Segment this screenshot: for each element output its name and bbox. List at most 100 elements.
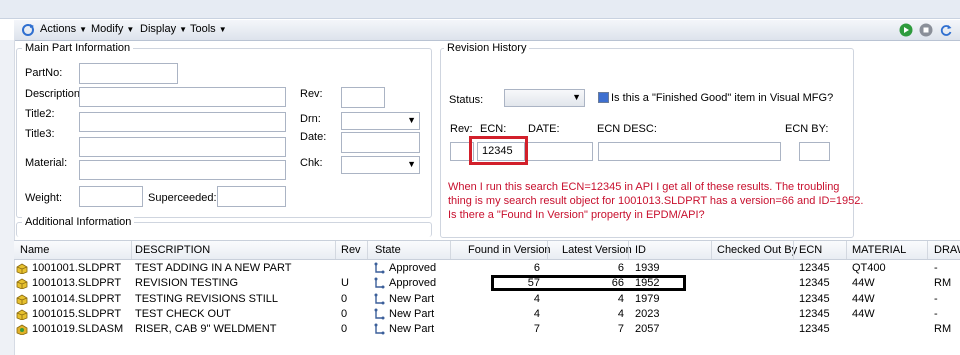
- finished-good-label: Is this a "Finished Good" item in Visual…: [611, 92, 834, 104]
- workflow-state-icon: [373, 323, 385, 338]
- chk-label: Chk:: [300, 157, 323, 169]
- cell-id: 1939: [635, 262, 660, 274]
- date-history-label: DATE:: [528, 123, 560, 135]
- cell-description: TEST ADDING IN A NEW PART: [135, 262, 292, 274]
- finished-good-checkbox[interactable]: [598, 92, 609, 103]
- tools-menu-label: Tools: [190, 23, 216, 35]
- col-id[interactable]: ID: [635, 244, 646, 256]
- display-menu[interactable]: Display ▼: [140, 23, 187, 35]
- chevron-down-icon: ▼: [126, 25, 135, 34]
- status-select[interactable]: ▼: [504, 89, 585, 107]
- material-field[interactable]: [79, 160, 286, 180]
- col-checked-out-by[interactable]: Checked Out By: [717, 244, 797, 256]
- description-field[interactable]: [79, 87, 286, 107]
- workflow-state-icon: [373, 277, 385, 292]
- cell-name: 1001001.SLDPRT: [32, 262, 122, 274]
- cell-latest: 7: [617, 323, 624, 335]
- title3-label: Title3:: [25, 128, 55, 140]
- modify-menu[interactable]: Modify ▼: [91, 23, 134, 35]
- cell-description: TESTING REVISIONS STILL: [135, 293, 279, 305]
- part-file-icon: [16, 308, 28, 323]
- rev-history-label: Rev:: [450, 123, 473, 135]
- cell-rev: U: [341, 277, 349, 289]
- col-draw[interactable]: DRAW: [934, 244, 960, 256]
- chevron-down-icon: ▼: [407, 115, 416, 125]
- date-history-field[interactable]: [526, 142, 593, 161]
- partno-field[interactable]: [79, 63, 178, 84]
- cell-id: 2057: [635, 323, 660, 335]
- partno-label: PartNo:: [25, 67, 63, 79]
- col-latest-version[interactable]: Latest Version: [562, 244, 632, 256]
- actions-menu[interactable]: Actions ▼: [40, 23, 87, 35]
- superceeded-label: Superceeded:: [148, 192, 217, 204]
- play-icon[interactable]: [899, 23, 913, 40]
- col-rev[interactable]: Rev: [341, 244, 361, 256]
- col-name[interactable]: Name: [20, 244, 49, 256]
- revision-history-title: Revision History: [444, 42, 530, 54]
- refresh-app-icon[interactable]: [21, 23, 35, 40]
- part-file-icon: [16, 277, 28, 292]
- cell-found: 7: [533, 323, 540, 335]
- chevron-down-icon: ▼: [407, 159, 416, 169]
- title3-field[interactable]: [79, 137, 286, 157]
- actions-menu-label: Actions: [40, 23, 77, 35]
- ecn-label: ECN:: [480, 123, 507, 135]
- cell-found: 4: [533, 308, 540, 320]
- table-row[interactable]: 1001019.SLDASM RISER, CAB 9" WELDMENT 0 New…: [14, 322, 960, 337]
- cell-rev: 0: [341, 293, 348, 305]
- cell-rev: 0: [341, 308, 348, 320]
- cell-latest: 4: [617, 293, 624, 305]
- annotation-line-3: Is there a "Found In Version" property i…: [448, 209, 705, 221]
- chevron-down-icon: ▼: [218, 25, 227, 34]
- rev-label: Rev:: [300, 88, 323, 100]
- chevron-down-icon: ▼: [572, 92, 581, 102]
- cell-found: 4: [533, 293, 540, 305]
- cell-id: 1979: [635, 293, 660, 305]
- weight-label: Weight:: [25, 192, 63, 204]
- part-file-icon: [16, 293, 28, 308]
- cell-ecn: 12345: [799, 277, 830, 289]
- col-description[interactable]: DESCRIPTION: [135, 244, 210, 256]
- annotation-line-2: thing is my search result object for 100…: [448, 195, 864, 207]
- stop-icon[interactable]: [919, 23, 933, 40]
- drn-label: Drn:: [300, 113, 321, 125]
- weight-field[interactable]: [79, 186, 143, 207]
- col-state[interactable]: State: [375, 244, 401, 256]
- drn-select[interactable]: ▼: [341, 112, 420, 130]
- cell-draw: -: [934, 262, 938, 274]
- cell-state: Approved: [389, 277, 437, 289]
- tools-menu[interactable]: Tools ▼: [190, 23, 227, 35]
- additional-info-title[interactable]: Additional Information: [22, 216, 135, 228]
- annotation-text: When I run this search ECN=12345 in API …: [448, 180, 868, 222]
- table-row[interactable]: 1001015.SLDPRT TEST CHECK OUT 0 New Part 4 4 2…: [14, 307, 960, 322]
- cell-state: New Part: [389, 308, 435, 320]
- col-found-in-version[interactable]: Found in Version: [468, 244, 551, 256]
- table-row[interactable]: 1001014.SLDPRT TESTING REVISIONS STILL 0 Ne…: [14, 292, 960, 307]
- title2-field[interactable]: [79, 112, 286, 132]
- cell-description: REVISION TESTING: [135, 277, 239, 289]
- ecn-desc-field[interactable]: [598, 142, 781, 161]
- col-material[interactable]: MATERIAL: [852, 244, 906, 256]
- cell-state: Approved: [389, 262, 437, 274]
- chk-select[interactable]: ▼: [341, 156, 420, 174]
- window-top-strip: [0, 0, 960, 19]
- date-field[interactable]: [341, 132, 420, 153]
- cell-draw: RM: [934, 323, 952, 335]
- table-row[interactable]: 1001001.SLDPRT TEST ADDING IN A NEW PART A…: [14, 261, 960, 276]
- col-ecn[interactable]: ECN: [799, 244, 822, 256]
- rev-field[interactable]: [341, 87, 385, 108]
- cell-description: RISER, CAB 9" WELDMENT: [135, 323, 277, 335]
- refresh-icon[interactable]: [939, 23, 953, 40]
- superceeded-field[interactable]: [217, 186, 286, 207]
- ecn-by-field[interactable]: [799, 142, 830, 161]
- date-label: Date:: [300, 131, 327, 143]
- cell-state: New Part: [389, 323, 435, 335]
- cell-material: 44W: [852, 277, 875, 289]
- ecn-desc-label: ECN DESC:: [597, 123, 657, 135]
- cell-draw: -: [934, 308, 938, 320]
- table-row[interactable]: 1001013.SLDPRT REVISION TESTING U Approved 5…: [14, 276, 960, 291]
- annotation-line-1: When I run this search ECN=12345 in API …: [448, 181, 840, 193]
- material-label: Material:: [25, 157, 68, 169]
- cell-draw: -: [934, 293, 938, 305]
- cell-draw: RM: [934, 277, 952, 289]
